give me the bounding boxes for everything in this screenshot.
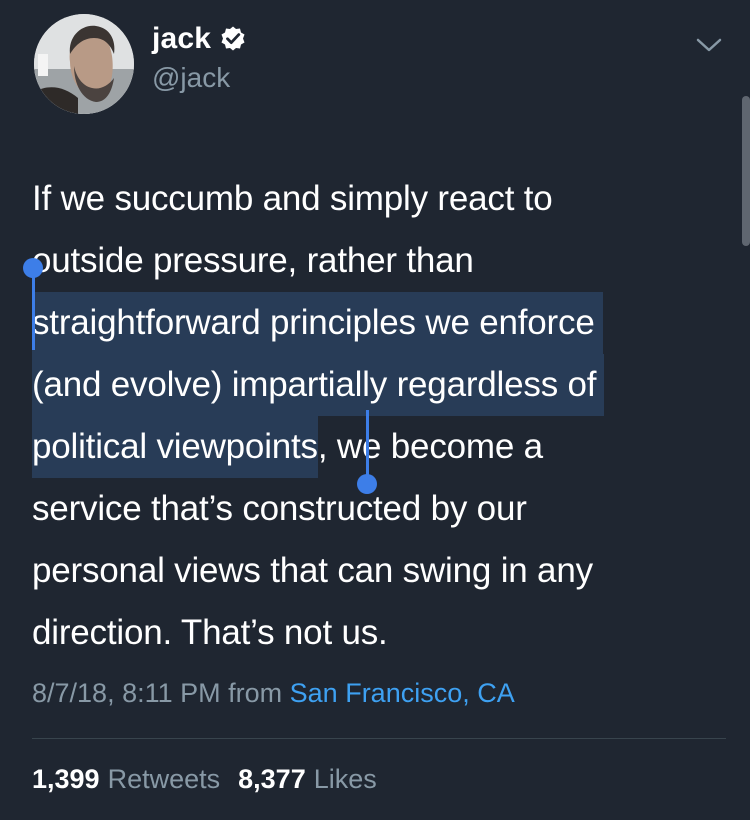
tweet-text[interactable]: If we succumb and simply react to outsid… [32,168,712,664]
unselected-text: , we become a [317,427,543,466]
avatar[interactable] [34,14,134,114]
selected-text: straightforward principles we enforce [32,292,603,354]
tweet-meta: 8/7/18, 8:11 PM from San Francisco, CA [32,678,515,709]
selected-text: (and evolve) impartially regardless of [32,354,605,416]
tweet-text-line: personal views that can swing in any [32,551,593,590]
retweets-stat[interactable]: 1,399 Retweets [32,764,220,795]
selected-text: political viewpoints [32,416,318,478]
tweet-text-line: direction. That’s not us. [32,613,388,652]
likes-label: Likes [313,764,377,794]
tweet-text-line: straightforward principles we enforce [32,292,712,354]
author-handle[interactable]: @jack [152,62,230,94]
selection-end-knob[interactable] [357,474,377,494]
verified-badge-icon [219,25,247,53]
selection-start-knob[interactable] [23,258,43,278]
tweet-stats: 1,399 Retweets 8,377 Likes [32,764,377,795]
tweet-detail: jack @jack If we succumb and simply reac… [0,0,750,820]
likes-stat[interactable]: 8,377 Likes [238,764,377,795]
divider [32,738,726,739]
tweet-text-line: political viewpoints, we become a [32,416,712,478]
chevron-down-icon[interactable] [696,36,722,54]
tweet-text-line: (and evolve) impartially regardless of [32,354,712,416]
from-label: from [228,678,283,708]
timestamp: 8/7/18, 8:11 PM [32,678,221,708]
scrollbar[interactable] [742,96,750,246]
location-link[interactable]: San Francisco, CA [290,678,515,708]
likes-count: 8,377 [238,764,306,794]
selection-end-handle[interactable] [366,410,369,482]
author-name-row[interactable]: jack [152,22,247,56]
retweets-label: Retweets [107,764,221,794]
display-name[interactable]: jack [152,22,211,56]
tweet-text-line: If we succumb and simply react to [32,179,553,218]
retweets-count: 1,399 [32,764,100,794]
selection-start-handle[interactable] [32,268,35,350]
tweet-text-line: outside pressure, rather than [32,241,474,280]
